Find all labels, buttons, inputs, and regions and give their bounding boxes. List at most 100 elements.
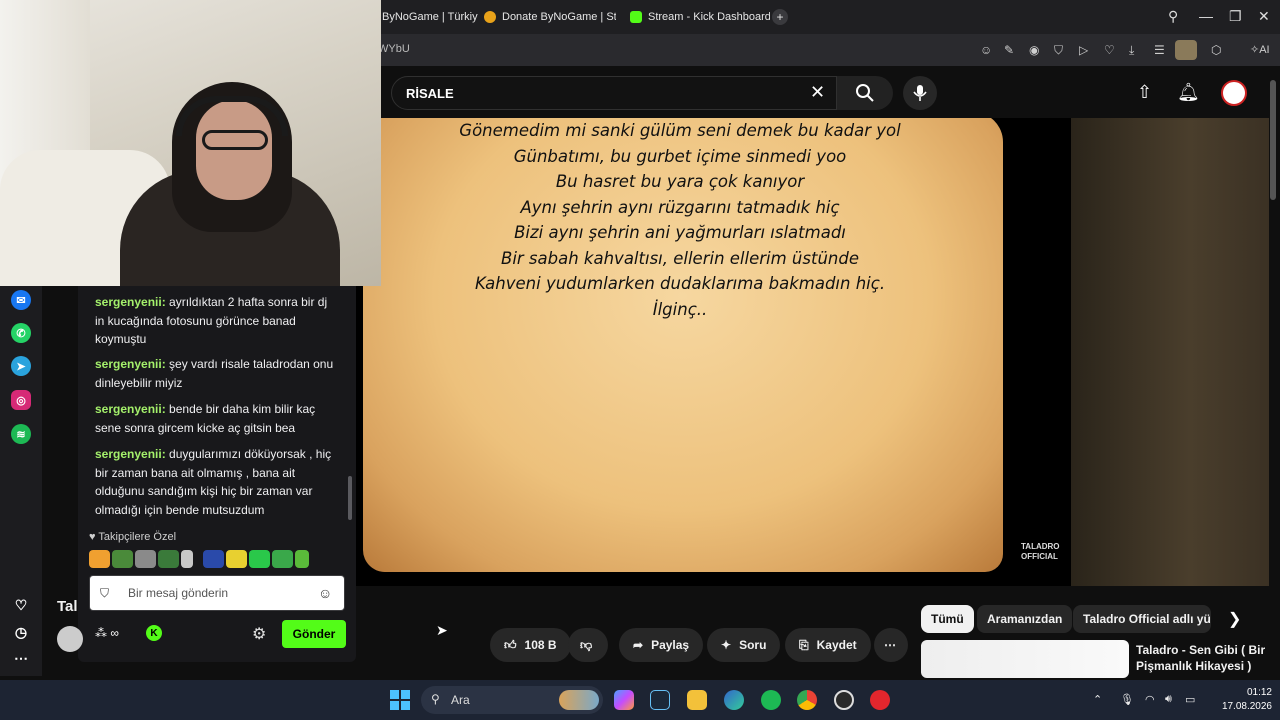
messenger-icon[interactable]: ✉ xyxy=(11,290,31,310)
copilot-icon[interactable] xyxy=(614,690,634,710)
chat-scrollbar[interactable] xyxy=(348,476,352,520)
chat-settings-icon[interactable]: ⚙ xyxy=(252,624,266,644)
chip-channel-uploads[interactable]: Taladro Official adlı yük xyxy=(1073,605,1211,633)
ai-button[interactable]: ✧AI xyxy=(1250,43,1270,56)
chat-username[interactable]: sergenyenii: xyxy=(95,295,166,309)
file-explorer-icon[interactable] xyxy=(687,690,707,710)
chat-message: sergenyenii: şey vardı risale taladrodan… xyxy=(95,355,335,392)
opera-gx-icon[interactable] xyxy=(870,690,890,710)
instagram-icon[interactable]: ◎ xyxy=(11,390,31,410)
points-indicator[interactable]: ⁂ ∞ xyxy=(95,626,119,640)
recommendation-thumbnail[interactable] xyxy=(921,640,1129,678)
minimize-icon[interactable]: — xyxy=(1199,8,1213,24)
battery-icon[interactable]: ▭ xyxy=(1185,693,1195,706)
followers-only-label: ♥ Takipçilere Özel xyxy=(89,531,176,543)
ask-label: Soru xyxy=(739,638,767,652)
chat-username[interactable]: sergenyenii: xyxy=(95,357,166,371)
recommendation-title[interactable]: Taladro - Sen Gibi ( Bir Pişmanlık Hikay… xyxy=(1136,642,1266,674)
shield-icon[interactable]: ⛉ xyxy=(1054,43,1063,58)
more-actions-button[interactable]: ⋯ xyxy=(874,628,908,662)
profile-avatar-icon[interactable] xyxy=(1175,40,1197,60)
chip-all[interactable]: Tümü xyxy=(921,605,974,633)
tab-kick-dashboard[interactable]: Stream - Kick Dashboard xyxy=(630,4,770,30)
tab-bynogame[interactable]: ByNoGame | Türkiye'nin E xyxy=(382,4,478,30)
points-icon: ⁂ xyxy=(95,626,107,640)
maximize-icon[interactable]: ❐ xyxy=(1229,8,1242,25)
channel-avatar[interactable] xyxy=(57,626,83,652)
kick-badge-icon[interactable]: K xyxy=(146,625,162,641)
search-tabs-icon[interactable]: ⚲ xyxy=(1168,8,1178,25)
chat-username[interactable]: sergenyenii: xyxy=(95,447,166,461)
thumbs-down-icon: 👎︎ xyxy=(580,637,593,652)
emote[interactable] xyxy=(295,550,309,568)
ask-button[interactable]: ✦ Soru xyxy=(707,628,781,662)
more-icon[interactable]: ⋯ xyxy=(11,648,31,668)
chat-message: sergenyenii: duygularımızı döküyorsak , … xyxy=(95,445,335,519)
dislike-button[interactable]: 👎︎ xyxy=(568,628,608,662)
camera-icon[interactable]: ◉ xyxy=(1029,43,1039,57)
upload-icon[interactable]: ⇧ xyxy=(1137,82,1152,103)
history-icon[interactable]: ◷ xyxy=(11,622,31,642)
chat-username[interactable]: sergenyenii: xyxy=(95,402,166,416)
send-button[interactable]: Gönder xyxy=(282,620,346,648)
spotify-icon[interactable] xyxy=(761,690,781,710)
close-window-icon[interactable]: ✕ xyxy=(1258,8,1270,25)
video-player[interactable]: Gönemedim mi sanki gülüm seni demek bu k… xyxy=(355,118,1071,586)
emote[interactable] xyxy=(203,550,224,568)
steam-icon[interactable] xyxy=(650,690,670,710)
spotify-icon[interactable]: ≋ xyxy=(11,424,31,444)
volume-icon[interactable]: 🔊︎ xyxy=(1165,693,1172,706)
bynogame-icon xyxy=(484,11,496,23)
edge-icon[interactable] xyxy=(724,690,744,710)
address-bar-url[interactable]: WYbU xyxy=(378,43,410,55)
emoji-picker-icon[interactable]: ☺ xyxy=(318,585,332,601)
chevron-right-icon[interactable]: ❯ xyxy=(1228,609,1241,629)
clear-search-icon[interactable]: ✕ xyxy=(810,82,825,103)
voice-search-button[interactable] xyxy=(903,76,937,110)
emote[interactable] xyxy=(158,550,179,568)
emote[interactable] xyxy=(249,550,270,568)
telegram-icon[interactable]: ➤ xyxy=(11,356,31,376)
emote[interactable] xyxy=(112,550,133,568)
save-button[interactable]: ⎘ Kaydet xyxy=(785,628,871,662)
lyric-line: Bizi aynı şehrin ani yağmurları ıslatmad… xyxy=(514,223,846,242)
like-button[interactable]: 👍︎ 108 B xyxy=(490,628,571,662)
edit-icon[interactable]: ✎ xyxy=(1004,43,1014,57)
search-icon: ⚲ xyxy=(431,692,440,706)
lyric-line: Kahveni yudumlarken dudaklarıma bakmadın… xyxy=(474,274,886,293)
windows-start-icon[interactable] xyxy=(389,689,411,711)
wifi-icon[interactable]: ◠ xyxy=(1145,693,1155,706)
emote[interactable] xyxy=(272,550,293,568)
heart-icon[interactable]: ♡ xyxy=(1104,43,1115,57)
emoji-icon[interactable]: ☺ xyxy=(980,43,992,57)
chat-message: sergenyenii: bende bir daha kim bilir ka… xyxy=(95,400,335,437)
heart-icon[interactable]: ♡ xyxy=(11,595,31,615)
whatsapp-icon[interactable]: ✆ xyxy=(11,323,31,343)
obs-icon[interactable] xyxy=(834,690,854,710)
tab-donate-bynogame[interactable]: Donate ByNoGame | Strea xyxy=(484,4,616,30)
emote[interactable] xyxy=(181,550,193,568)
tray-overflow-icon[interactable]: ⌃ xyxy=(1093,693,1102,706)
notifications-bell-icon[interactable]: 🔔︎ xyxy=(1177,82,1200,103)
new-tab-button[interactable]: + xyxy=(772,9,788,25)
microphone-tray-icon[interactable]: 🎙︎ xyxy=(1120,693,1134,706)
download-icon[interactable]: ⤓ xyxy=(1129,43,1134,58)
account-avatar[interactable] xyxy=(1221,80,1247,106)
chat-message-input[interactable]: Bir mesaj gönderin xyxy=(89,575,345,611)
page-scrollbar[interactable] xyxy=(1270,80,1276,200)
share-button[interactable]: ➦ Paylaş xyxy=(619,628,704,662)
chip-from-search[interactable]: Aramanızdan xyxy=(977,605,1073,633)
extension-icon[interactable]: ⬡ xyxy=(1211,43,1221,57)
emote[interactable] xyxy=(226,550,247,568)
system-clock[interactable]: 01:12 17.08.2026 xyxy=(1208,686,1272,714)
search-input[interactable]: RİSALE xyxy=(391,76,837,110)
taskbar-search[interactable]: ⚲ Ara xyxy=(421,686,603,714)
menu-list-icon[interactable]: ☰ xyxy=(1154,43,1165,57)
chrome-icon[interactable] xyxy=(797,690,817,710)
emote-bar xyxy=(89,550,309,568)
emote[interactable] xyxy=(89,550,110,568)
emote[interactable] xyxy=(135,550,156,568)
bookmark-icon: ⎘ xyxy=(799,637,809,652)
play-icon[interactable]: ▷ xyxy=(1079,43,1088,57)
search-button[interactable] xyxy=(837,76,893,110)
